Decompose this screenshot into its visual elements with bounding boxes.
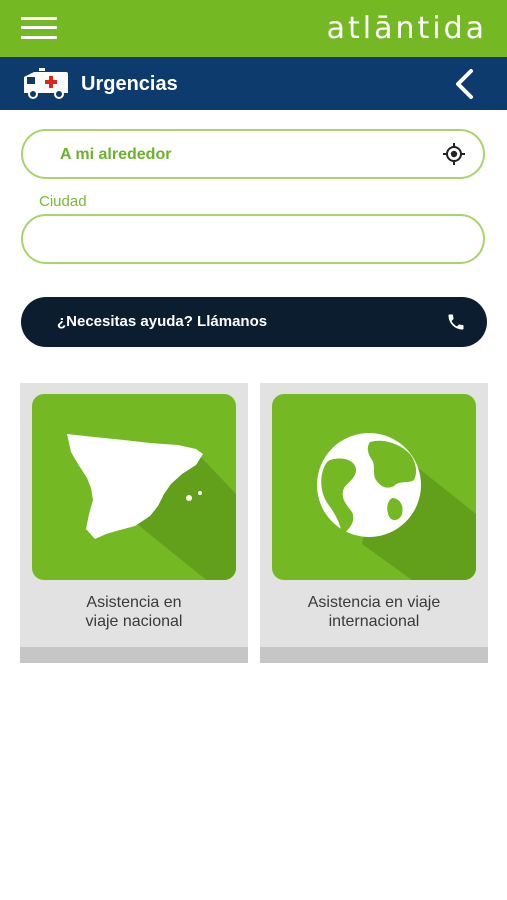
call-help-button[interactable]: ¿Necesitas ayuda? Llámanos (21, 297, 487, 347)
crosshair-target-icon[interactable] (443, 143, 465, 165)
card-footer (20, 647, 248, 663)
city-label: Ciudad (39, 193, 87, 210)
spain-map-icon (67, 434, 236, 580)
national-label-line2: viaje nacional (85, 613, 183, 630)
globe-tile (272, 394, 476, 580)
call-help-label: ¿Necesitas ayuda? Llámanos (57, 313, 268, 330)
page-title: Urgencias (81, 73, 178, 95)
phone-icon (448, 314, 464, 330)
ambulance-icon (24, 68, 68, 99)
spain-map-tile (32, 394, 236, 580)
national-assistance-card[interactable]: Asistencia en viaje nacional (20, 383, 248, 663)
chevron-left-icon[interactable] (453, 67, 477, 101)
section-header: Urgencias (0, 57, 507, 110)
international-assistance-label: Asistencia en viaje internacional (260, 593, 488, 631)
national-assistance-label: Asistencia en viaje nacional (20, 593, 248, 631)
international-label-line1: Asistencia en viaje (307, 594, 441, 611)
national-label-line1: Asistencia en (86, 594, 182, 611)
top-bar: atlāntida (0, 0, 507, 57)
location-field[interactable]: A mi alrededor (21, 129, 485, 179)
location-value: A mi alrededor (60, 146, 172, 163)
globe-icon (317, 433, 476, 580)
hamburger-menu-icon[interactable] (21, 16, 57, 40)
city-input[interactable] (21, 214, 485, 264)
international-label-line2: internacional (328, 613, 420, 630)
card-footer (260, 647, 488, 663)
international-assistance-card[interactable]: Asistencia en viaje internacional (260, 383, 488, 663)
brand-logo: atlāntida (326, 11, 487, 46)
